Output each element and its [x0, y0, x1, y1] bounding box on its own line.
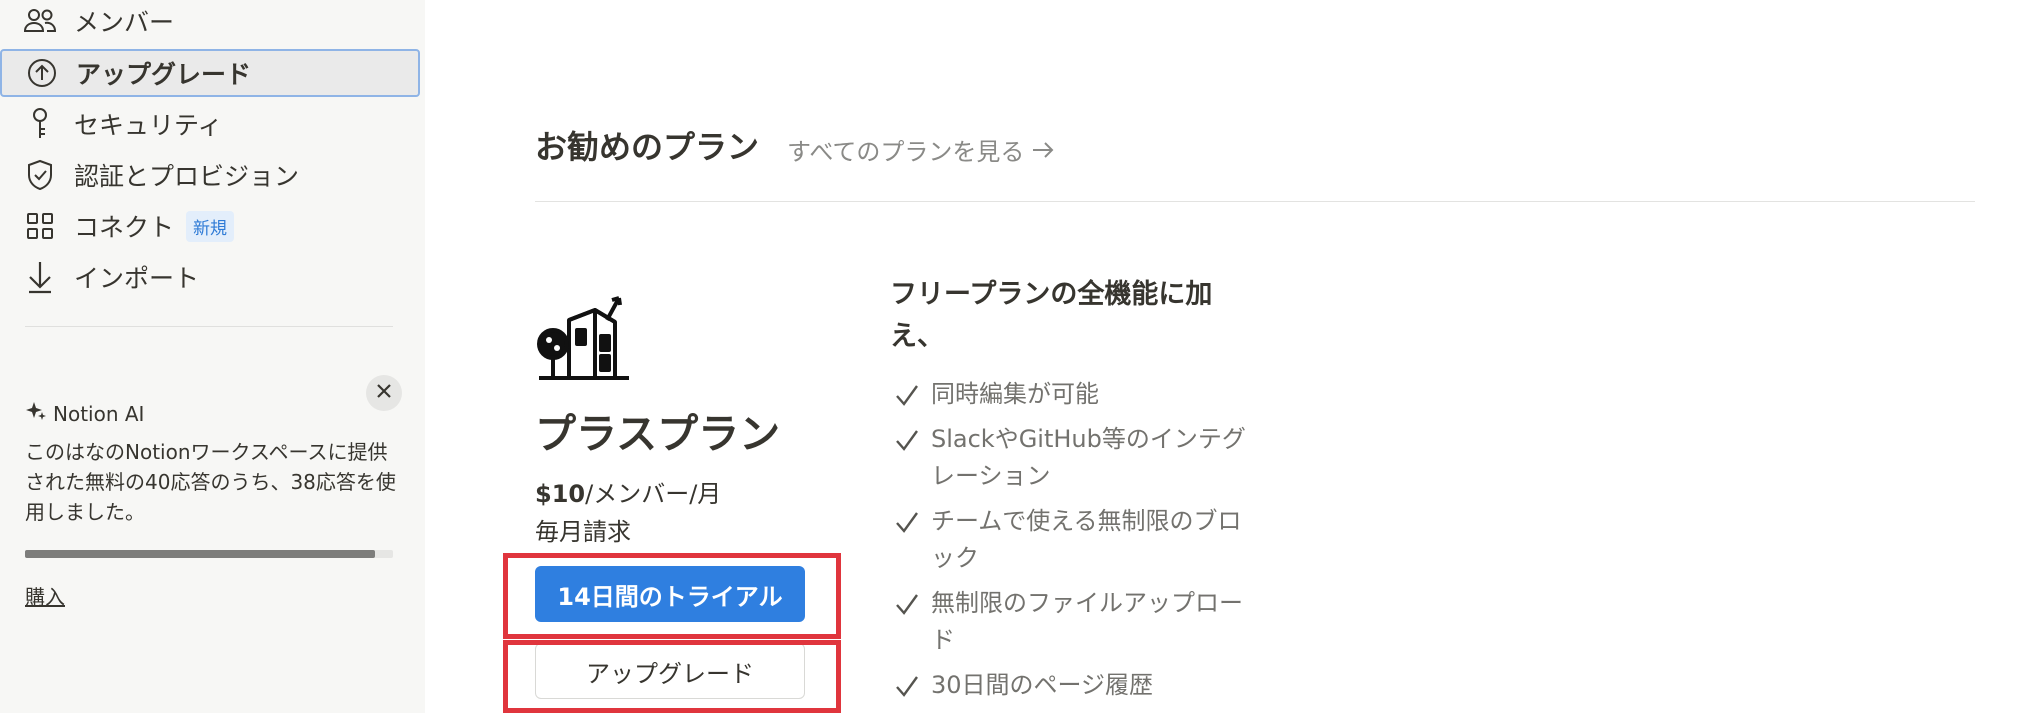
list-item: 同時編集が可能: [895, 376, 1255, 413]
members-icon: [22, 3, 58, 39]
list-item: 無制限のファイルアップロード: [895, 585, 1255, 659]
close-icon: [376, 383, 392, 403]
list-item: SlackやGitHub等のインテグレーション: [895, 421, 1255, 495]
features-title: フリープランの全機能に加え、: [890, 279, 1213, 352]
sparkle-icon: [25, 400, 47, 427]
upgrade-circle-icon: [24, 55, 60, 91]
list-item: 30日間のページ履歴: [895, 667, 1255, 704]
check-icon: [895, 421, 931, 458]
see-all-plans-link[interactable]: すべてのプランを見る: [787, 132, 1054, 167]
list-item: チームで使える無制限のブロック: [895, 503, 1255, 577]
check-icon: [895, 503, 931, 540]
ai-usage-progress-fill: [25, 550, 375, 558]
section-divider: [535, 201, 1975, 202]
trial-button[interactable]: 14日間のトライアル: [535, 566, 805, 622]
sidebar-divider: [25, 326, 393, 327]
plan-billing: 毎月請求: [535, 518, 631, 546]
sidebar-item-label: 認証とプロビジョン: [74, 162, 300, 191]
buy-link[interactable]: 購入: [25, 581, 65, 610]
arrow-right-icon: [1032, 136, 1054, 164]
sidebar-item-security[interactable]: セキュリティ: [0, 100, 420, 148]
sidebar-item-label: インポート: [74, 264, 200, 293]
sidebar-item-auth[interactable]: 認証とプロビジョン: [0, 151, 420, 199]
sidebar-item-members[interactable]: メンバー: [0, 0, 420, 45]
upgrade-button[interactable]: アップグレード: [535, 643, 805, 699]
page-title: お勧めのプラン: [535, 128, 760, 166]
close-button[interactable]: [366, 375, 402, 411]
plan-price: $10/メンバー/月: [535, 480, 722, 508]
plan-name: プラスプラン: [535, 410, 781, 458]
sidebar-item-label: メンバー: [74, 8, 175, 37]
sidebar-item-label: コネクト: [74, 213, 175, 242]
grid-icon: [22, 208, 58, 244]
check-icon: [895, 585, 931, 622]
sidebar-item-label: セキュリティ: [74, 111, 223, 140]
ai-usage-description: このはなのNotionワークスペースに提供された無料の40応答のうち、38応答を…: [25, 440, 396, 524]
sidebar-item-label: アップグレード: [76, 60, 252, 89]
check-icon: [895, 376, 931, 413]
key-icon: [22, 106, 58, 142]
check-icon: [895, 667, 931, 704]
ai-usage-progress: [25, 550, 393, 558]
sidebar-item-upgrade[interactable]: アップグレード: [0, 49, 420, 97]
new-badge: 新規: [186, 210, 235, 242]
plan-building-icon: [535, 290, 635, 384]
feature-list: 同時編集が可能 SlackやGitHub等のインテグレーション チームで使える無…: [895, 376, 1255, 712]
sidebar-item-connect[interactable]: コネクト 新規: [0, 202, 420, 250]
notion-ai-title: Notion AI: [25, 400, 144, 427]
download-arrow-icon: [22, 259, 58, 295]
shield-check-icon: [22, 157, 58, 193]
sidebar: メンバー アップグレード セキュリティ 認証とプロビジョン コネクト 新規 イン…: [0, 0, 425, 713]
sidebar-item-import[interactable]: インポート: [0, 253, 420, 301]
